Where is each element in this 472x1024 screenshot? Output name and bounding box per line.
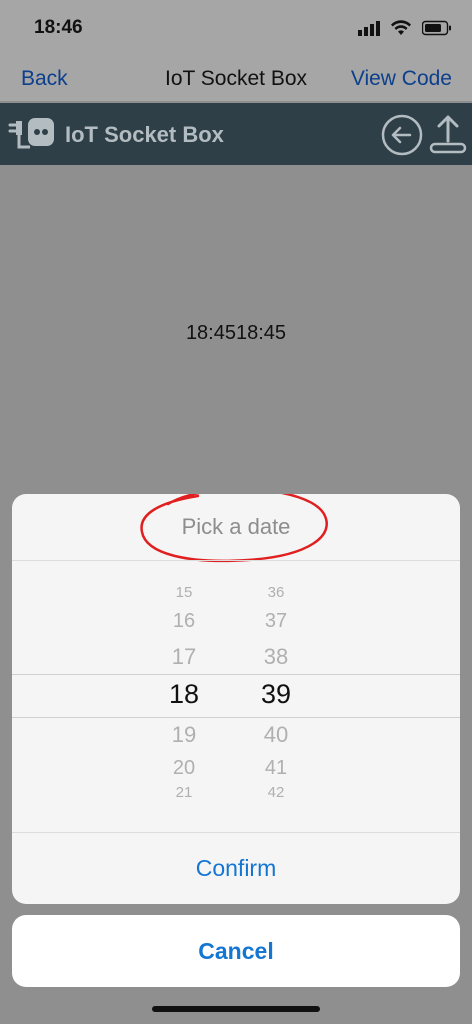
- app-header-title: IoT Socket Box: [65, 122, 224, 147]
- upload-icon[interactable]: [428, 113, 468, 157]
- battery-icon: [422, 20, 451, 36]
- minute-item[interactable]: 40: [236, 722, 316, 748]
- minute-wheel[interactable]: 36 37 38 39 40 41 42: [236, 560, 316, 830]
- back-arrow-circle-icon[interactable]: [380, 113, 424, 157]
- hour-item[interactable]: 16: [144, 610, 224, 633]
- clock-text: 18:4518:45: [185, 322, 287, 344]
- hour-item[interactable]: 20: [144, 757, 224, 780]
- socket-plug-logo-icon: [8, 118, 54, 149]
- time-picker-sheet: Pick a date 15 16 17 18 19 20 21 36 37 3…: [12, 494, 460, 904]
- minute-item-selected[interactable]: 39: [236, 679, 316, 710]
- hour-item[interactable]: 21: [144, 784, 224, 801]
- signal-icon: [358, 21, 380, 36]
- status-time: 18:46: [34, 17, 83, 38]
- hour-item[interactable]: 17: [144, 644, 224, 670]
- status-icons: [358, 18, 452, 38]
- view-code-button[interactable]: View Code: [351, 67, 452, 91]
- hour-item[interactable]: 15: [144, 584, 224, 601]
- cancel-button[interactable]: Cancel: [12, 915, 460, 987]
- minute-item[interactable]: 41: [236, 757, 316, 780]
- confirm-button[interactable]: Confirm: [12, 832, 460, 904]
- minute-item[interactable]: 36: [236, 584, 316, 601]
- hour-item[interactable]: 19: [144, 722, 224, 748]
- minute-item[interactable]: 42: [236, 784, 316, 801]
- minute-item[interactable]: 37: [236, 610, 316, 633]
- app-header: IoT Socket Box: [0, 103, 472, 165]
- minute-item[interactable]: 38: [236, 644, 316, 670]
- hour-wheel[interactable]: 15 16 17 18 19 20 21: [144, 560, 224, 830]
- home-indicator: [152, 1006, 320, 1012]
- hour-item-selected[interactable]: 18: [144, 679, 224, 710]
- wifi-icon: [391, 20, 411, 35]
- status-bar: 18:46: [0, 0, 472, 56]
- navigation-bar: Back IoT Socket Box View Code: [0, 56, 472, 102]
